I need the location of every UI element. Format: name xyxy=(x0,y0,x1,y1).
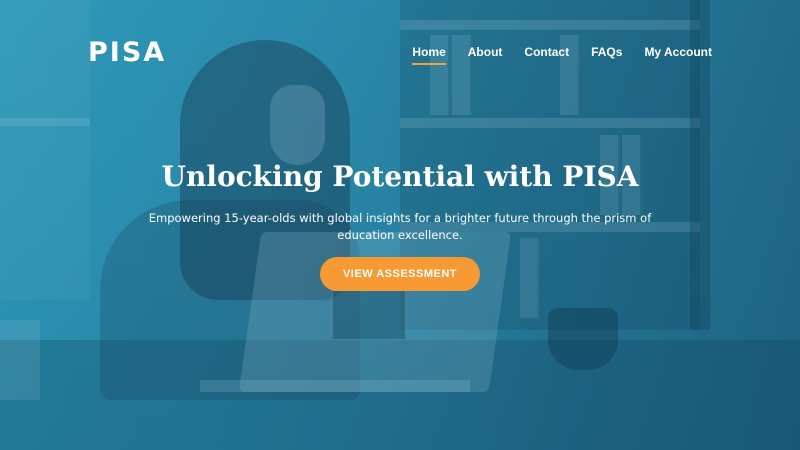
view-assessment-button[interactable]: VIEW ASSESSMENT xyxy=(320,257,480,291)
hero-headline: Unlocking Potential with PISA xyxy=(161,160,639,193)
background-shelf-board xyxy=(400,118,700,128)
background-laptop xyxy=(238,232,512,392)
main-nav: Home About Contact FAQs My Account xyxy=(390,45,712,65)
nav-item-about[interactable]: About xyxy=(468,45,503,65)
hero-subtext: Empowering 15-year-olds with global insi… xyxy=(148,211,652,242)
background-books xyxy=(0,320,40,400)
background-table xyxy=(0,340,800,450)
nav-item-my-account[interactable]: My Account xyxy=(644,45,712,65)
background-shelf-board xyxy=(0,118,90,126)
background-person-face xyxy=(270,85,325,165)
background-bookshelf-left xyxy=(0,0,90,300)
background-mug xyxy=(548,308,618,370)
nav-item-home[interactable]: Home xyxy=(412,45,447,65)
hero-section: PISA Home About Contact FAQs My Account … xyxy=(0,0,800,450)
background-laptop-sticker xyxy=(332,290,406,340)
nav-item-faqs[interactable]: FAQs xyxy=(591,45,622,65)
nav-item-contact[interactable]: Contact xyxy=(524,45,569,65)
site-logo[interactable]: PISA xyxy=(88,37,166,68)
background-book xyxy=(520,238,540,318)
background-shelf-board xyxy=(400,20,700,30)
background-laptop-base xyxy=(200,380,470,392)
